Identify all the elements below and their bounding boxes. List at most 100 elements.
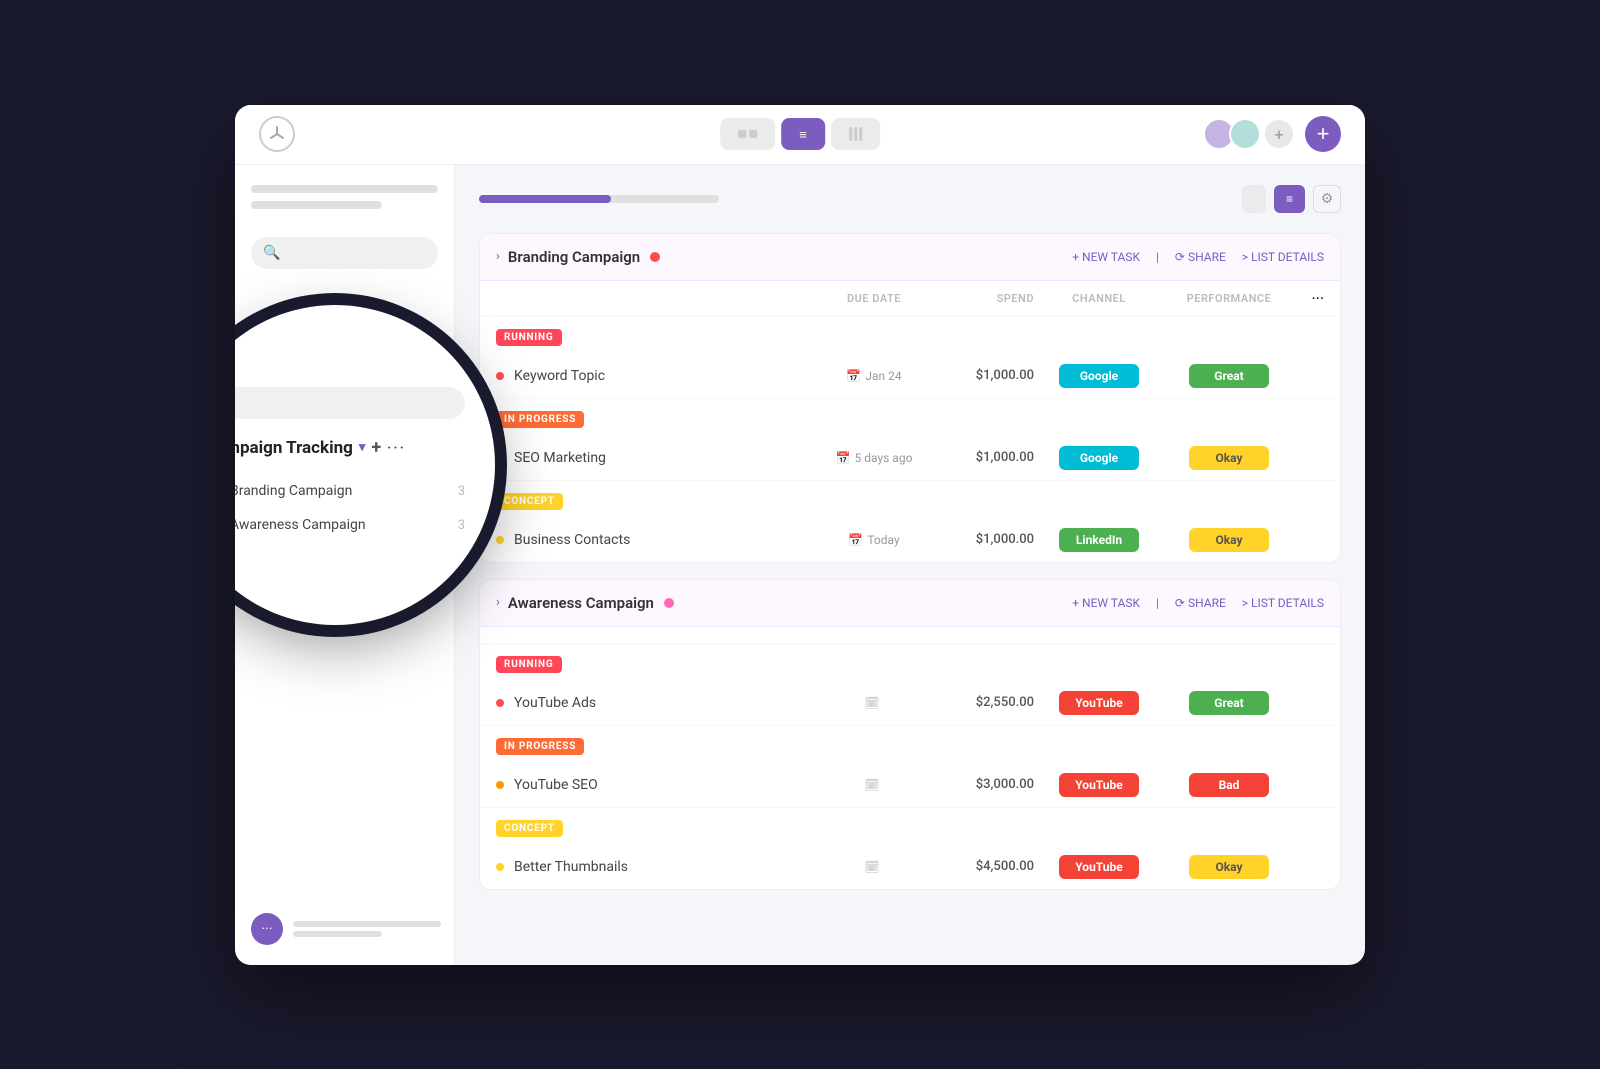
add-avatar-button[interactable]: + [1265,120,1293,148]
table-header-branding: DUE DATE SPEND CHANNEL PERFORMANCE ··· [480,281,1340,317]
list-details-awareness[interactable]: > LIST DETAILS [1242,596,1324,610]
ctrl-btn-1[interactable] [1242,185,1266,213]
sidebar-nav-lines [251,185,438,217]
logo [259,116,295,152]
perf-pill: Okay [1189,528,1269,552]
zoom-search[interactable]: 🔍 [235,387,465,419]
task-name: YouTube Ads [514,695,814,711]
task-dot [496,454,504,462]
due-date: 🗓 [814,696,934,710]
campaign-toggle-awareness[interactable]: › [496,595,500,610]
spend-value: $1,000.00 [934,450,1034,465]
spend-value: $1,000.00 [934,532,1034,547]
channel-pill: YouTube [1059,691,1139,715]
main-content: ≡ ⚙ › Branding Campaign + NEW TASK | ⟳ S… [455,165,1365,965]
new-task-branding[interactable]: + NEW TASK [1072,250,1140,264]
share-awareness[interactable]: ⟳ SHARE [1175,596,1226,610]
calendar-icon: 📅 [836,451,851,465]
channel-pill: Google [1059,446,1139,470]
ctrl-btn-2[interactable]: ≡ [1274,185,1305,213]
sidebar-bottom: ··· [251,913,441,945]
task-name: Better Thumbnails [514,859,814,875]
content-header: ≡ ⚙ [479,185,1341,213]
table-header-awareness [480,627,1340,644]
view-btn-1[interactable] [720,118,775,150]
status-badge-concept: CONCEPT [496,493,563,510]
separator-1: | [1156,250,1159,264]
zoom-list-item-awareness[interactable]: Awareness Campaign 3 [235,508,465,542]
share-branding[interactable]: ⟳ SHARE [1175,250,1226,264]
status-badge-in-progress-a: IN PROGRESS [496,738,584,755]
campaign-title-branding: Branding Campaign [508,248,640,266]
progress-fill [479,195,611,203]
status-badge-concept-a: CONCEPT [496,820,563,837]
status-badge-running-a: RUNNING [496,656,562,673]
view-btn-3[interactable] [831,118,880,150]
channel-tag: YouTube [1034,855,1164,879]
campaign-header-awareness: › Awareness Campaign + NEW TASK | ⟳ SHAR… [480,580,1340,627]
channel-pill: LinkedIn [1059,528,1139,552]
search-icon: 🔍 [263,245,280,261]
channel-tag: YouTube [1034,691,1164,715]
perf-pill: Bad [1189,773,1269,797]
task-dot [496,536,504,544]
campaign-actions-branding: + NEW TASK | ⟳ SHARE > LIST DETAILS [1072,250,1324,264]
perf-pill: Great [1189,364,1269,388]
status-badge-running: RUNNING [496,329,562,346]
add-button[interactable]: + [1305,116,1341,152]
due-date: 📅 Jan 24 [814,369,934,383]
progress-bar [479,195,719,203]
list-icon: ≡ [799,127,807,142]
due-date: 🗓 [814,778,934,792]
zoom-section-title: Campaign Tracking ▾ + ··· [235,437,465,458]
campaign-group-awareness: › Awareness Campaign + NEW TASK | ⟳ SHAR… [479,579,1341,890]
zoom-list-item-branding[interactable]: Branding Campaign 3 [235,474,465,508]
perf-tag: Okay [1164,446,1294,470]
bottom-line-1 [293,921,441,927]
due-date: 📅 5 days ago [814,451,934,465]
zoom-title-text: Campaign Tracking [235,438,353,458]
calendar-icon: 📅 [848,533,863,547]
channel-tag: LinkedIn [1034,528,1164,552]
task-name: Keyword Topic [514,368,814,384]
table-row: YouTube SEO 🗓 $3,000.00 YouTube Bad [480,763,1340,808]
app-window: ≡ + + [235,105,1365,965]
separator-2: | [1156,596,1159,610]
perf-tag: Great [1164,691,1294,715]
perf-pill: Great [1189,691,1269,715]
task-dot [496,699,504,707]
task-dot [496,781,504,789]
task-name: Business Contacts [514,532,814,548]
due-date: 📅 Today [814,533,934,547]
perf-tag: Great [1164,364,1294,388]
campaign-toggle-branding[interactable]: › [496,249,500,264]
sidebar-bottom-lines [293,921,441,937]
channel-pill: Google [1059,364,1139,388]
chat-bubble[interactable]: ··· [251,913,283,945]
spend-value: $4,500.00 [934,859,1034,874]
status-running-awareness: RUNNING [480,644,1340,681]
settings-button[interactable]: ⚙ [1313,185,1341,213]
col-header-spend: SPEND [934,292,1034,305]
task-dot [496,372,504,380]
avatar-2 [1229,118,1261,150]
table-row: SEO Marketing 📅 5 days ago $1,000.00 Goo… [480,436,1340,481]
zoom-badge-awareness: 3 [458,518,465,533]
campaign-header-branding: › Branding Campaign + NEW TASK | ⟳ SHARE… [480,234,1340,281]
spend-value: $3,000.00 [934,777,1034,792]
channel-pill: YouTube [1059,773,1139,797]
zoom-add-button[interactable]: + [371,437,381,458]
header-controls: ≡ ⚙ [1242,185,1341,213]
search-bar[interactable]: 🔍 [251,237,438,269]
zoom-chevron-icon: ▾ [359,440,366,455]
list-details-branding[interactable]: > LIST DETAILS [1242,250,1324,264]
task-table-awareness: RUNNING YouTube Ads 🗓 $2,550.00 YouTube [480,627,1340,889]
perf-tag: Okay [1164,855,1294,879]
view-btn-list[interactable]: ≡ [781,118,825,150]
zoom-more-button[interactable]: ··· [387,440,406,456]
task-table-branding: DUE DATE SPEND CHANNEL PERFORMANCE ··· R… [480,281,1340,562]
avatar-group: + [1203,118,1293,150]
new-task-awareness[interactable]: + NEW TASK [1072,596,1140,610]
due-date: 🗓 [814,860,934,874]
sidebar-line-2 [251,201,382,209]
